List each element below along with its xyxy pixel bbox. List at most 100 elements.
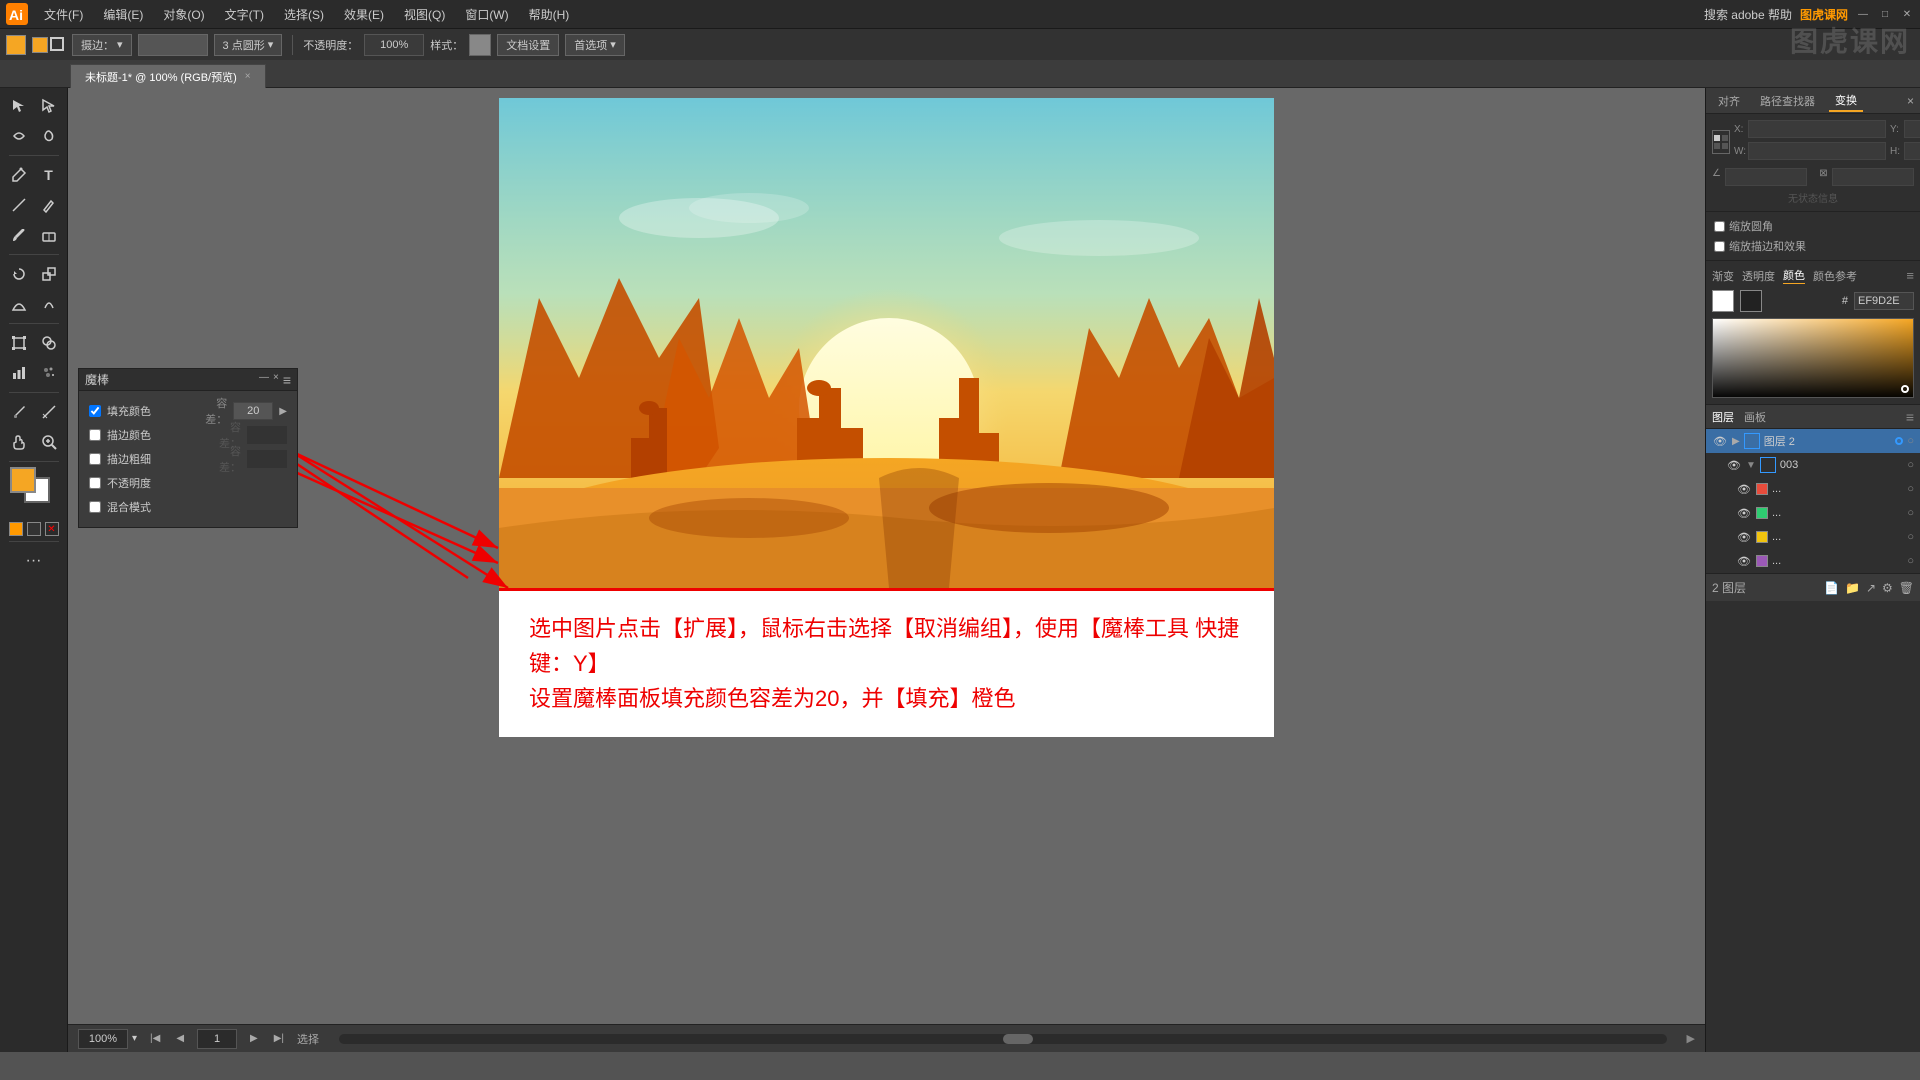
tab-close-button[interactable]: × [245,71,251,82]
panel-menu-button[interactable]: ≡ [283,372,291,388]
menu-file[interactable]: 文件(F) [36,4,91,25]
selection-tool[interactable] [5,92,33,120]
blend-mode-checkbox[interactable] [89,501,101,513]
align-tab[interactable]: 对齐 [1712,91,1746,111]
more-tools-button[interactable]: ··· [20,547,48,575]
eraser-tool[interactable] [35,221,63,249]
layer-item-green[interactable]: 👁 ... ○ [1706,501,1920,525]
menu-help[interactable]: 帮助(H) [521,4,578,25]
fill-color-box[interactable] [6,35,26,55]
panel-close-button[interactable]: × [273,372,279,388]
color-panel-menu[interactable]: ≡ [1906,268,1914,283]
type-tool[interactable]: T [35,161,63,189]
hand-tool[interactable] [5,428,33,456]
transform-grid-icon[interactable] [1712,130,1730,154]
layer-item-2[interactable]: 👁 ▶ 图层 2 ○ [1706,429,1920,453]
paintbrush-tool[interactable] [5,221,33,249]
export-layer-button[interactable]: ↗ [1866,581,1876,595]
liquify-tool[interactable] [35,290,63,318]
foreground-color-swatch[interactable] [10,467,36,493]
new-group-button[interactable]: 📁 [1845,581,1860,595]
menu-effect[interactable]: 效果(E) [336,4,392,25]
doc-settings-button[interactable]: 文档设置 [497,34,559,56]
zoom-input[interactable] [78,1029,128,1049]
panel-minimize-button[interactable]: — [259,372,269,388]
opacity-input[interactable] [364,34,424,56]
toolbar-color-stroke[interactable] [50,37,66,53]
shape-builder-tool[interactable] [35,329,63,357]
minimize-button[interactable]: — [1856,7,1870,21]
layer-purple-circle[interactable]: ○ [1907,555,1914,567]
layer-003-visibility[interactable]: 👁 [1726,457,1742,473]
measure-tool[interactable] [35,398,63,426]
prev-page-button[interactable]: ◀ [173,1033,187,1044]
no-color-swatch[interactable]: ✕ [45,522,59,536]
height-input[interactable] [1904,142,1920,160]
line-tool[interactable] [5,191,33,219]
style-swatch[interactable] [469,34,491,56]
layer-003-expand[interactable]: ▼ [1746,460,1756,471]
layer-item-003[interactable]: 👁 ▼ 003 ○ [1706,453,1920,477]
direct-selection-tool[interactable] [35,92,63,120]
layer-item-purple[interactable]: 👁 ... ○ [1706,549,1920,573]
y-input[interactable] [1904,120,1920,138]
layer-yellow-visibility[interactable]: 👁 [1736,529,1752,545]
free-transform-tool[interactable] [5,329,33,357]
maximize-button[interactable]: □ [1878,7,1892,21]
menu-view[interactable]: 视图(Q) [396,4,453,25]
layer-item-red[interactable]: 👁 ... ○ [1706,477,1920,501]
transform-tab[interactable]: 变换 [1829,90,1863,112]
right-panel-close-button[interactable]: × [1907,94,1914,108]
layer-red-circle[interactable]: ○ [1907,483,1914,495]
quick-color-bg[interactable] [27,522,41,536]
layer-item-yellow[interactable]: 👁 ... ○ [1706,525,1920,549]
hex-input[interactable] [1854,292,1914,310]
layer-2-circle[interactable] [1895,437,1903,445]
document-tab[interactable]: 未标题-1* @ 100% (RGB/预览) × [70,64,266,88]
horizontal-scrollbar[interactable] [339,1034,1667,1044]
scale-corners-checkbox[interactable] [1714,221,1725,232]
layer-003-circle[interactable]: ○ [1907,459,1914,471]
layer-green-visibility[interactable]: 👁 [1736,505,1752,521]
opacity-checkbox[interactable] [89,477,101,489]
x-input[interactable] [1748,120,1886,138]
last-page-button[interactable]: ▶| [271,1033,287,1044]
layers-tab[interactable]: 图层 [1712,409,1734,425]
color-tab[interactable]: 颜色 [1783,267,1805,284]
warp-tool[interactable] [5,122,33,150]
angle-input[interactable] [1725,168,1807,186]
layers-menu-button[interactable]: ≡ [1906,409,1914,425]
layer-2-visibility[interactable]: 👁 [1712,433,1728,449]
toolbar-color-fill[interactable] [32,37,48,53]
white-swatch[interactable] [1712,290,1734,312]
stroke-weight-checkbox[interactable] [89,453,101,465]
color-reference-tab[interactable]: 颜色参考 [1813,268,1857,284]
gradient-tab[interactable]: 渐变 [1712,268,1734,284]
page-input[interactable] [197,1029,237,1049]
symbol-sprayer-tool[interactable] [35,359,63,387]
next-page-button[interactable]: ▶ [247,1033,261,1044]
preferences-button[interactable]: 首选项 ▾ [565,34,625,56]
menu-type[interactable]: 文字(T) [217,4,272,25]
tolerance-input[interactable] [233,402,273,420]
width-input[interactable] [1748,142,1886,160]
eyedropper-tool[interactable] [5,398,33,426]
first-page-button[interactable]: |◀ [147,1033,163,1044]
scale-stroke-checkbox[interactable] [1714,241,1725,252]
transparency-tab[interactable]: 透明度 [1742,268,1775,284]
zoom-tool[interactable] [35,428,63,456]
black-swatch[interactable] [1740,290,1762,312]
artboard-tab[interactable]: 画板 [1744,409,1766,425]
graph-tool[interactable] [5,359,33,387]
delete-layer-button[interactable]: 🗑 [1899,581,1914,595]
layer-yellow-circle[interactable]: ○ [1907,531,1914,543]
menu-select[interactable]: 选择(S) [276,4,332,25]
layer-2-expand[interactable]: ▶ [1732,436,1740,447]
fill-color-checkbox[interactable] [89,405,101,417]
tolerance-arrow[interactable]: ▶ [279,406,287,417]
scale-tool[interactable] [35,260,63,288]
stroke-color-checkbox[interactable] [89,429,101,441]
scrollbar-thumb[interactable] [1003,1034,1033,1044]
canvas-wrapper[interactable]: 魔棒 — × ≡ 填充颜色 容差： ▶ [68,88,1705,1024]
shear-input[interactable] [1832,168,1914,186]
